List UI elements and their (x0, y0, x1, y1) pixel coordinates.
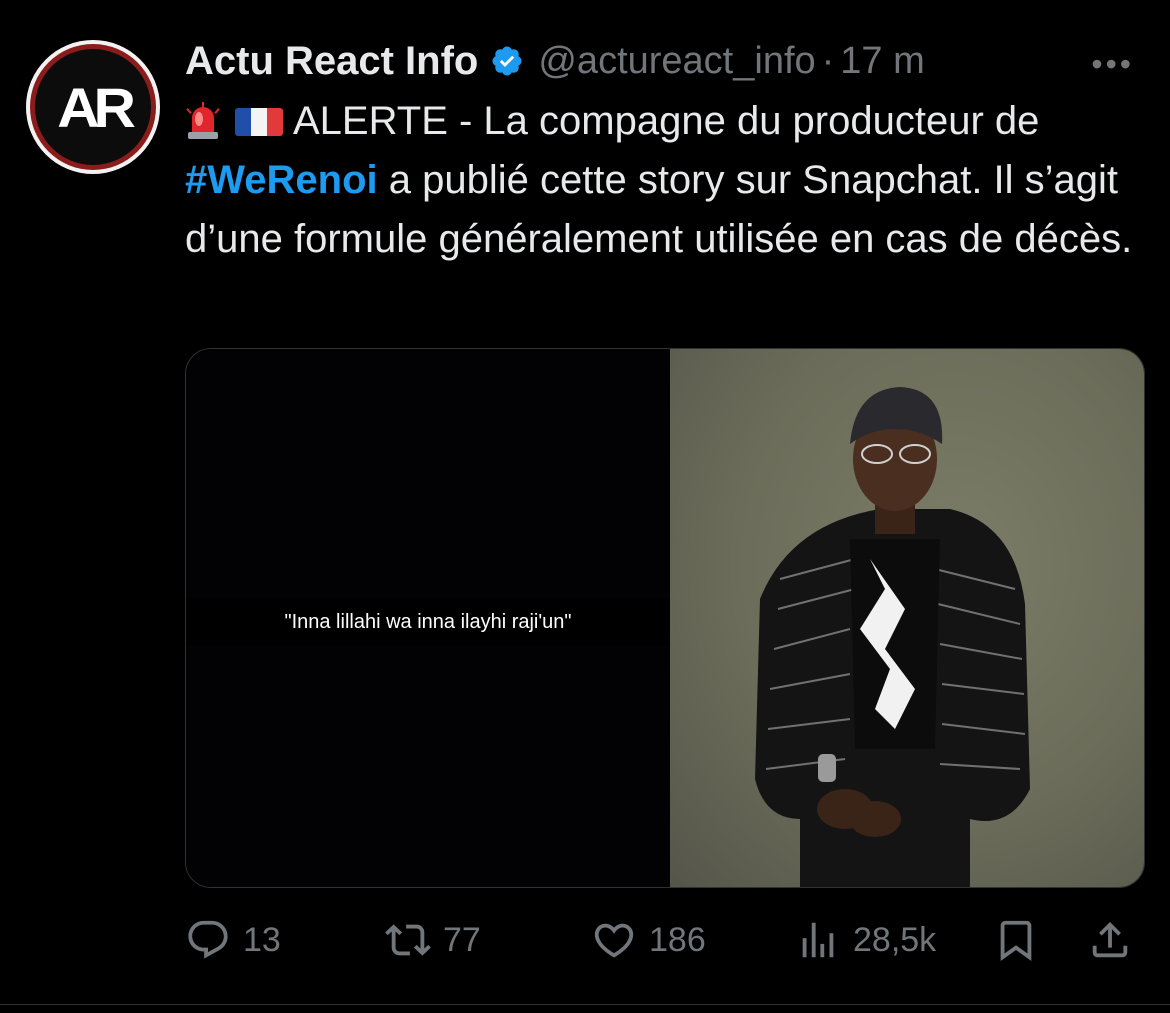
tweet: AR Actu React Info @actureact_info · 17 … (0, 0, 1170, 1013)
like-count: 186 (649, 920, 706, 959)
reply-count: 13 (243, 920, 281, 959)
bookmark-icon (1000, 920, 1032, 961)
retweet-button[interactable]: 77 (385, 912, 481, 968)
display-name[interactable]: Actu React Info (185, 39, 478, 84)
rotating-light-emoji-icon (186, 102, 220, 139)
views-count: 28,5k (853, 920, 937, 959)
tweet-text: ALERTE - La compagne du producteur de #We… (185, 92, 1145, 269)
retweet-count: 77 (443, 920, 481, 959)
views-button[interactable]: 28,5k (795, 912, 936, 968)
portrait-figure-illustration (755, 387, 1030, 887)
avatar[interactable]: AR (26, 40, 160, 174)
share-icon (1092, 921, 1128, 958)
avatar-logo-text: AR (56, 75, 136, 139)
like-button[interactable]: 186 (591, 912, 706, 968)
timestamp[interactable]: 17 m (840, 40, 924, 83)
reply-icon (188, 920, 228, 959)
tweet-text-part1: ALERTE - La compagne du producteur de (293, 99, 1040, 143)
snapchat-story-image[interactable]: "Inna lillahi wa inna ilayhi raji'un" (186, 349, 670, 887)
reply-button[interactable]: 13 (185, 912, 281, 968)
verified-badge-icon[interactable] (490, 44, 524, 78)
producer-photo[interactable] (670, 349, 1144, 887)
france-flag-icon (235, 108, 283, 136)
bookmark-button[interactable] (993, 912, 1039, 968)
tweet-actions: 13 77 186 28,5k (185, 912, 1140, 968)
media-grid[interactable]: "Inna lillahi wa inna ilayhi raji'un" (185, 348, 1145, 888)
retweet-icon (385, 924, 431, 956)
heart-icon (594, 923, 634, 958)
user-handle[interactable]: @actureact_info (538, 40, 815, 83)
share-button[interactable] (1087, 912, 1133, 968)
separator-dot: · (821, 39, 835, 82)
hashtag-link[interactable]: #WeRenoi (185, 158, 378, 202)
views-chart-icon (802, 922, 834, 958)
more-options-icon[interactable]: ••• (1091, 46, 1134, 83)
story-caption: "Inna lillahi wa inna ilayhi raji'un" (284, 610, 572, 633)
story-caption-bar: "Inna lillahi wa inna ilayhi raji'un" (186, 599, 670, 645)
divider (0, 1004, 1170, 1005)
tweet-header: Actu React Info @actureact_info · 17 m (185, 36, 925, 86)
